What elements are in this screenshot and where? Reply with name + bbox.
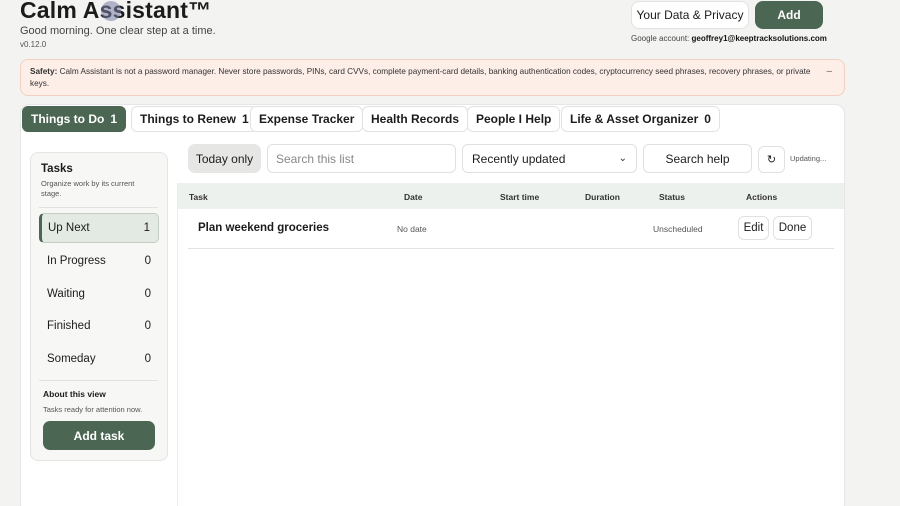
sidebar-item-label: Up Next (48, 222, 90, 234)
task-title[interactable]: Plan weekend groceries (198, 222, 329, 234)
tab-health-records[interactable]: Health Records (362, 106, 469, 132)
about-view-text: Tasks ready for attention now. (43, 405, 143, 414)
column-header-status[interactable]: Status (659, 192, 685, 202)
sidebar-item-label: Finished (47, 320, 91, 332)
about-view-title: About this view (43, 389, 106, 399)
sidebar-item-label: Someday (47, 353, 96, 365)
tab-label: Health Records (371, 112, 460, 126)
task-date: No date (397, 224, 427, 234)
tab-label: Things to Do (31, 112, 105, 126)
version-label: v0.12.0 (20, 40, 47, 49)
tab-things-to-do[interactable]: Things to Do 1 (22, 106, 127, 132)
sidebar-title: Tasks (41, 163, 73, 175)
column-header-task[interactable]: Task (189, 192, 208, 202)
account-email: geoffrey1@keeptracksolutions.com (691, 34, 827, 43)
tab-label: Expense Tracker (259, 112, 355, 126)
google-account-info: Google account: geoffrey1@keeptracksolut… (631, 34, 827, 43)
sidebar-item-in-progress[interactable]: In Progress 0 (39, 246, 159, 276)
tab-expense-tracker[interactable]: Expense Tracker (250, 106, 364, 132)
tab-label: Life & Asset Organizer (570, 112, 699, 126)
sidebar-item-finished[interactable]: Finished 0 (39, 311, 159, 341)
column-header-actions: Actions (746, 192, 778, 202)
divider (39, 207, 158, 208)
today-only-toggle[interactable]: Today only (188, 144, 261, 173)
safety-text: Calm Assistant is not a password manager… (30, 67, 811, 88)
refresh-icon: ↻ (766, 154, 777, 166)
tab-count: 0 (704, 112, 711, 126)
updating-status: Updating... (790, 154, 827, 163)
sidebar-subtitle: Organize work by its current stage. (41, 179, 135, 198)
sidebar-item-label: In Progress (47, 255, 106, 267)
column-header-date[interactable]: Date (404, 192, 422, 202)
task-status: Unscheduled (653, 224, 703, 234)
sidebar-item-count: 0 (144, 320, 151, 332)
sort-select[interactable]: Recently updated ⌄ (462, 144, 637, 173)
sidebar-item-count: 1 (143, 222, 150, 234)
column-header-duration[interactable]: Duration (585, 192, 620, 202)
edit-button[interactable]: Edit (738, 216, 769, 240)
mouse-cursor-indicator (101, 1, 121, 21)
chevron-down-icon: ⌄ (618, 153, 627, 164)
data-privacy-button[interactable]: Your Data & Privacy (631, 1, 749, 29)
divider (39, 380, 158, 381)
refresh-button[interactable]: ↻ (758, 146, 785, 173)
sort-selected-value: Recently updated (472, 151, 566, 166)
done-button[interactable]: Done (773, 216, 812, 240)
tab-label: Things to Renew (140, 112, 236, 126)
sidebar-item-someday[interactable]: Someday 0 (39, 344, 159, 374)
greeting-text: Good morning. One clear step at a time. (20, 25, 216, 37)
collapse-banner-icon[interactable]: – (826, 66, 832, 78)
sidebar-item-count: 0 (144, 353, 151, 365)
sidebar-item-count: 0 (144, 255, 151, 267)
add-task-button[interactable]: Add task (43, 421, 155, 450)
tab-things-to-renew[interactable]: Things to Renew 1 (131, 106, 258, 132)
safety-banner: Safety: Calm Assistant is not a password… (20, 59, 845, 96)
safety-label: Safety: (30, 67, 58, 76)
tab-count: 1 (110, 112, 118, 126)
tab-life-asset-organizer[interactable]: Life & Asset Organizer 0 (561, 106, 720, 132)
tab-count: 1 (242, 112, 249, 126)
sidebar-item-label: Waiting (47, 288, 85, 300)
add-button[interactable]: Add (755, 1, 823, 29)
content-divider (177, 183, 178, 506)
column-header-start-time[interactable]: Start time (500, 192, 539, 202)
search-input[interactable] (267, 144, 456, 173)
account-prefix: Google account: (631, 34, 690, 43)
sidebar-item-count: 0 (144, 288, 151, 300)
tab-people-i-help[interactable]: People I Help (467, 106, 561, 132)
sidebar-item-up-next[interactable]: Up Next 1 (39, 213, 159, 243)
tab-label: People I Help (476, 112, 552, 126)
sidebar-item-waiting[interactable]: Waiting 0 (39, 279, 159, 309)
search-help-button[interactable]: Search help (643, 144, 752, 173)
